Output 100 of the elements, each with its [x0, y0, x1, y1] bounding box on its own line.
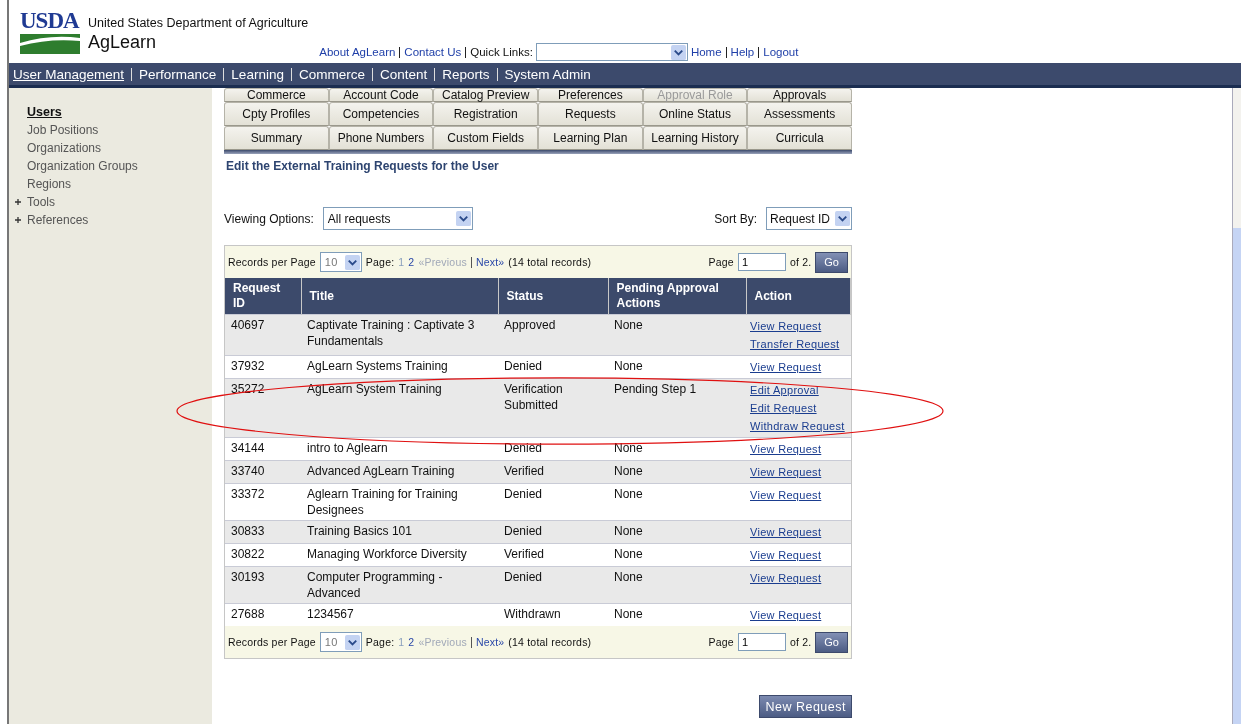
page-count: of 2. — [789, 256, 812, 268]
table-cell: None — [614, 607, 643, 621]
header-link[interactable]: Home — [690, 46, 722, 58]
action-link[interactable]: View Request — [750, 546, 822, 564]
field-logo-icon — [20, 34, 80, 54]
sidebar-item[interactable]: Regions — [27, 177, 72, 191]
tab[interactable]: Online Status — [642, 102, 748, 126]
menu-item[interactable]: Commerce — [298, 66, 365, 82]
chevron-down-icon — [670, 44, 686, 60]
table-cell: 27688 — [231, 607, 265, 621]
table-cell: None — [614, 547, 643, 561]
tab[interactable]: Requests — [538, 102, 643, 126]
records-per-page-label: Records per Page — [228, 256, 316, 268]
expand-icon[interactable] — [14, 198, 22, 206]
tab[interactable]: Learning Plan — [538, 126, 643, 150]
expand-icon[interactable] — [14, 216, 22, 224]
action-link[interactable]: Withdraw Request — [750, 417, 845, 435]
table-cell: Denied — [504, 487, 543, 501]
action-link[interactable]: Edit Approval — [750, 381, 819, 399]
table-cell: Verified — [504, 547, 545, 561]
tab[interactable]: Preferences — [538, 88, 643, 102]
table-cell: 30833 — [231, 524, 265, 538]
column-header: Request ID — [225, 278, 301, 315]
sidebar-item[interactable]: Organization Groups — [27, 159, 138, 173]
quick-links-dropdown[interactable] — [535, 43, 688, 61]
table-cell: Managing Workforce Diversity — [307, 547, 467, 561]
menu-item[interactable]: System Admin — [504, 66, 591, 82]
tab[interactable]: Catalog Preview — [433, 88, 538, 102]
menu-item[interactable]: Reports — [442, 66, 490, 82]
scrollbar[interactable] — [1232, 88, 1241, 724]
sort-by-dropdown[interactable]: Request ID — [766, 207, 852, 230]
menu-item[interactable]: Learning — [231, 66, 284, 82]
new-request-button[interactable]: New Request — [759, 695, 852, 718]
page-link[interactable]: 2 — [408, 256, 415, 268]
action-link[interactable]: Transfer Request — [750, 335, 840, 353]
tab[interactable]: Learning History — [642, 126, 748, 150]
tab[interactable]: Cpty Profiles — [224, 102, 329, 126]
viewing-options-dropdown[interactable]: All requests — [322, 207, 473, 230]
tab[interactable]: Assessments — [747, 102, 853, 126]
go-button[interactable]: Go — [815, 251, 848, 273]
total-records: (14 total records) — [508, 636, 592, 648]
table-cell: None — [614, 464, 643, 478]
agency-name: United States Department of Agriculture — [88, 15, 309, 31]
tab[interactable]: Registration — [433, 102, 538, 126]
records-per-page-dropdown[interactable]: 10 — [319, 632, 362, 652]
action-link[interactable]: View Request — [750, 317, 822, 335]
table-cell: 33372 — [231, 487, 265, 501]
sidebar-item[interactable]: Job Positions — [27, 123, 99, 137]
column-header: Action — [746, 278, 851, 315]
menu-item[interactable]: Performance — [139, 66, 217, 82]
header-link[interactable]: About AgLearn — [319, 46, 396, 58]
next-link[interactable]: Next» — [475, 256, 505, 268]
table-cell: AgLearn System Training — [307, 382, 442, 396]
table-cell: 30193 — [231, 570, 265, 584]
page-count: of 2. — [789, 636, 812, 648]
action-link[interactable]: View Request — [750, 606, 822, 624]
viewing-options-label: Viewing Options: — [224, 211, 314, 226]
table-cell: Denied — [504, 570, 543, 584]
table-cell: Captivate Training : Captivate 3 Fundamentals — [307, 318, 475, 348]
header-link[interactable]: Logout — [763, 46, 799, 58]
table-cell: 40697 — [231, 318, 265, 332]
table-cell: Withdrawn — [504, 607, 561, 621]
tab[interactable]: Account Code — [328, 88, 434, 102]
tab[interactable]: Summary — [224, 126, 329, 150]
header-link[interactable]: Contact Us — [404, 46, 462, 58]
header-link[interactable]: Help — [730, 46, 755, 58]
sidebar-item[interactable]: Users — [27, 105, 62, 119]
tab[interactable]: Phone Numbers — [328, 126, 434, 150]
table-cell: None — [614, 487, 643, 501]
tab[interactable]: Approvals — [747, 88, 852, 102]
sort-by-label: Sort By: — [714, 211, 757, 226]
page-link[interactable]: 2 — [408, 636, 415, 648]
action-link[interactable]: View Request — [750, 440, 822, 458]
chevron-down-icon — [835, 211, 850, 226]
menu-item[interactable]: User Management — [13, 66, 125, 82]
table-cell: Aglearn Training for Training Designees — [307, 487, 458, 517]
tab[interactable]: Curricula — [747, 126, 853, 150]
tab[interactable]: Commerce — [224, 88, 329, 102]
usda-logo-text: USDA — [20, 10, 80, 32]
action-link[interactable]: View Request — [750, 358, 822, 376]
table-cell: Denied — [504, 524, 543, 538]
page-number-field[interactable]: 1 — [737, 253, 786, 271]
sidebar-item[interactable]: References — [27, 213, 89, 227]
app-name: AgLearn — [88, 31, 158, 53]
table-cell: Verified — [504, 464, 545, 478]
next-link[interactable]: Next» — [475, 636, 505, 648]
tab[interactable]: Competencies — [328, 102, 434, 126]
tab[interactable]: Custom Fields — [433, 126, 538, 150]
action-link[interactable]: View Request — [750, 486, 822, 504]
records-per-page-dropdown[interactable]: 10 — [319, 252, 362, 272]
go-button[interactable]: Go — [815, 631, 848, 653]
sidebar-item[interactable]: Organizations — [27, 141, 102, 155]
menu-item[interactable]: Content — [379, 66, 428, 82]
action-link[interactable]: Edit Request — [750, 399, 817, 417]
sidebar-item[interactable]: Tools — [27, 195, 55, 209]
page-number-field[interactable]: 1 — [737, 633, 786, 651]
table-cell: Computer Programming - Advanced — [307, 570, 443, 600]
quick-links-label: Quick Links: — [470, 46, 533, 58]
table-cell: None — [614, 441, 643, 455]
table-cell: 34144 — [231, 441, 265, 455]
